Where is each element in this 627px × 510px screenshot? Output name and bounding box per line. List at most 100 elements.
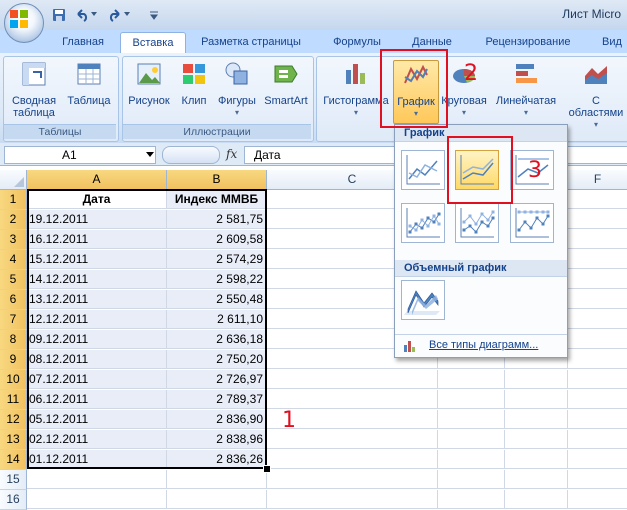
row-header[interactable]: 6 bbox=[0, 290, 27, 310]
cell-empty[interactable] bbox=[505, 410, 568, 429]
row-header[interactable]: 3 bbox=[0, 230, 27, 250]
tab-review[interactable]: Рецензирование bbox=[472, 32, 584, 53]
row-header[interactable]: 1 bbox=[0, 190, 27, 210]
select-all-corner[interactable] bbox=[0, 170, 27, 190]
cell-empty[interactable] bbox=[568, 410, 627, 429]
cell-index[interactable]: 2 789,37 bbox=[167, 390, 267, 409]
cell-empty[interactable] bbox=[568, 190, 627, 209]
cell-empty[interactable] bbox=[568, 210, 627, 229]
cell-date[interactable] bbox=[27, 490, 167, 509]
cell-index[interactable] bbox=[167, 470, 267, 489]
row-header[interactable]: 4 bbox=[0, 250, 27, 270]
row-header[interactable]: 9 bbox=[0, 350, 27, 370]
undo-icon[interactable] bbox=[75, 8, 89, 22]
name-box[interactable] bbox=[4, 146, 156, 164]
column-header-f[interactable]: F bbox=[568, 170, 627, 190]
insert-function-icon[interactable]: fx bbox=[226, 147, 237, 161]
cell-empty[interactable] bbox=[568, 290, 627, 309]
cell-index[interactable]: 2 550,48 bbox=[167, 290, 267, 309]
cell-index[interactable]: 2 726,97 bbox=[167, 370, 267, 389]
area-chart-button[interactable]: С областями ▾ bbox=[566, 60, 626, 131]
row-header[interactable]: 15 bbox=[0, 470, 27, 490]
cell-empty[interactable] bbox=[505, 390, 568, 409]
cell-empty[interactable] bbox=[505, 430, 568, 449]
bar-chart-button[interactable]: Линейчатая ▾ bbox=[491, 60, 561, 119]
cell-empty[interactable] bbox=[568, 490, 627, 509]
cell-empty[interactable] bbox=[438, 390, 505, 409]
formula-bar-divider[interactable] bbox=[162, 146, 220, 164]
customize-qat-icon[interactable] bbox=[150, 10, 158, 20]
cell-index[interactable]: 2 636,18 bbox=[167, 330, 267, 349]
cell-empty[interactable] bbox=[438, 450, 505, 469]
undo-dropdown-icon[interactable] bbox=[91, 11, 97, 17]
tab-home[interactable]: Главная bbox=[50, 32, 116, 53]
row-header[interactable]: 10 bbox=[0, 370, 27, 390]
percent-line-markers-option[interactable] bbox=[510, 203, 554, 243]
cell-date[interactable]: 06.12.2011 bbox=[27, 390, 167, 409]
tab-page-layout[interactable]: Разметка страницы bbox=[188, 32, 314, 53]
row-header[interactable]: 11 bbox=[0, 390, 27, 410]
cell-index[interactable]: 2 574,29 bbox=[167, 250, 267, 269]
row-header[interactable]: 12 bbox=[0, 410, 27, 430]
cell-empty[interactable] bbox=[568, 390, 627, 409]
cell-date[interactable]: 07.12.2011 bbox=[27, 370, 167, 389]
cell-date[interactable]: 01.12.2011 bbox=[27, 450, 167, 469]
save-icon[interactable] bbox=[52, 8, 66, 22]
cell-empty[interactable] bbox=[568, 310, 627, 329]
cell-empty[interactable] bbox=[267, 490, 438, 509]
cell-index[interactable]: 2 836,26 bbox=[167, 450, 267, 469]
redo-dropdown-icon[interactable] bbox=[124, 11, 130, 17]
cell-date[interactable]: 19.12.2011 bbox=[27, 210, 167, 229]
3d-line-option[interactable] bbox=[401, 280, 445, 320]
picture-button[interactable]: Рисунок bbox=[124, 60, 174, 107]
shapes-button[interactable]: Фигуры ▾ bbox=[214, 60, 260, 119]
cell-empty[interactable] bbox=[267, 390, 438, 409]
cell-date[interactable] bbox=[27, 470, 167, 489]
cell-empty[interactable] bbox=[505, 490, 568, 509]
cell-date[interactable]: 08.12.2011 bbox=[27, 350, 167, 369]
row-header[interactable]: 5 bbox=[0, 270, 27, 290]
row-header[interactable]: 13 bbox=[0, 430, 27, 450]
cell-empty[interactable] bbox=[505, 450, 568, 469]
cell-empty[interactable] bbox=[438, 410, 505, 429]
redo-icon[interactable] bbox=[108, 8, 122, 22]
cell-date[interactable]: 14.12.2011 bbox=[27, 270, 167, 289]
cell-empty[interactable] bbox=[267, 470, 438, 489]
cell-empty[interactable] bbox=[568, 270, 627, 289]
cell-date[interactable]: 05.12.2011 bbox=[27, 410, 167, 429]
all-chart-types-link[interactable]: Все типы диаграмм... bbox=[429, 339, 538, 351]
cell-index[interactable]: 2 609,58 bbox=[167, 230, 267, 249]
cell-empty[interactable] bbox=[568, 330, 627, 349]
pivot-table-button[interactable]: Сводная таблица bbox=[6, 60, 62, 119]
cell-index[interactable]: 2 581,75 bbox=[167, 210, 267, 229]
cell-empty[interactable] bbox=[438, 370, 505, 389]
cell-index[interactable]: 2 750,20 bbox=[167, 350, 267, 369]
cell-date[interactable]: 09.12.2011 bbox=[27, 330, 167, 349]
cell-empty[interactable] bbox=[568, 370, 627, 389]
cell-index[interactable]: 2 838,96 bbox=[167, 430, 267, 449]
row-header[interactable]: 16 bbox=[0, 490, 27, 510]
cell-date[interactable]: 13.12.2011 bbox=[27, 290, 167, 309]
cell-index[interactable] bbox=[167, 490, 267, 509]
tab-insert[interactable]: Вставка bbox=[120, 32, 186, 55]
table-button[interactable]: Таблица bbox=[62, 60, 116, 107]
stacked-line-markers-option[interactable] bbox=[455, 203, 499, 243]
cell-date[interactable]: 15.12.2011 bbox=[27, 250, 167, 269]
cell-empty[interactable] bbox=[568, 350, 627, 369]
name-box-dropdown-icon[interactable] bbox=[146, 152, 154, 158]
cell-index[interactable]: 2 611,10 bbox=[167, 310, 267, 329]
cell-empty[interactable] bbox=[568, 250, 627, 269]
cell-empty[interactable] bbox=[438, 430, 505, 449]
row-header[interactable]: 14 bbox=[0, 450, 27, 470]
clip-button[interactable]: Клип bbox=[176, 60, 212, 107]
cell-date[interactable]: 12.12.2011 bbox=[27, 310, 167, 329]
cell-date[interactable]: 02.12.2011 bbox=[27, 430, 167, 449]
line-markers-option[interactable] bbox=[401, 203, 445, 243]
tab-view[interactable]: Вид bbox=[592, 32, 627, 53]
row-header[interactable]: 2 bbox=[0, 210, 27, 230]
column-header-b[interactable]: B bbox=[167, 170, 267, 190]
cell-empty[interactable] bbox=[438, 490, 505, 509]
cell-date[interactable]: 16.12.2011 bbox=[27, 230, 167, 249]
cell-empty[interactable] bbox=[568, 230, 627, 249]
cell-index[interactable]: 2 836,90 bbox=[167, 410, 267, 429]
